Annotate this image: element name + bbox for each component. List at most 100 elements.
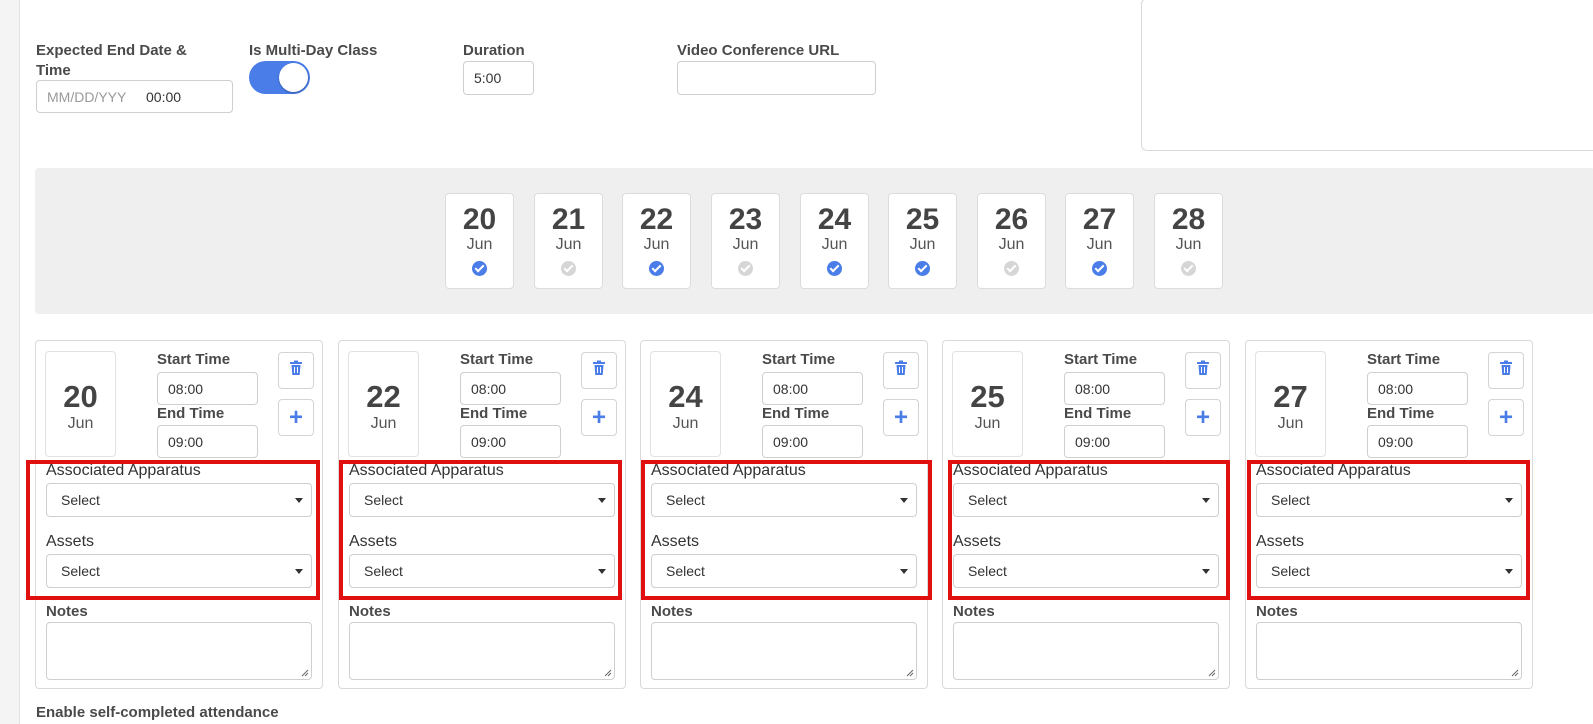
start-time-input[interactable]: 08:00: [762, 372, 863, 405]
day-chip[interactable]: 24 Jun: [800, 193, 869, 289]
check-circle-icon: [1181, 261, 1196, 276]
end-time-input[interactable]: 09:00: [762, 425, 863, 458]
start-time-input[interactable]: 08:00: [460, 372, 561, 405]
day-number: 21: [551, 203, 586, 236]
session-day-number: 24: [668, 379, 703, 414]
add-button[interactable]: +: [883, 399, 919, 436]
end-time-input[interactable]: 09:00: [460, 425, 561, 458]
delete-button[interactable]: [278, 352, 314, 389]
day-chip[interactable]: 23 Jun: [711, 193, 780, 289]
delete-button[interactable]: [1185, 352, 1221, 389]
notes-textarea[interactable]: [1256, 622, 1522, 680]
toggle-knob: [279, 63, 308, 92]
start-time-label: Start Time: [1064, 351, 1138, 368]
check-circle-icon: [827, 261, 842, 276]
session-day-month: Jun: [370, 415, 397, 432]
end-time-label: End Time: [157, 405, 225, 422]
notes-textarea[interactable]: [349, 622, 615, 680]
session-day-number: 27: [1273, 379, 1308, 414]
delete-button[interactable]: [581, 352, 617, 389]
plus-icon: +: [1195, 403, 1210, 431]
add-button[interactable]: +: [1488, 399, 1524, 436]
session-day-month: Jun: [67, 415, 94, 432]
plus-icon: +: [591, 403, 606, 431]
add-button[interactable]: +: [1185, 399, 1221, 436]
session-day-month: Jun: [672, 415, 699, 432]
session-day-number: 20: [63, 379, 98, 414]
end-date-input[interactable]: MM/DD/YYYY 00:00: [36, 80, 233, 113]
start-time-input[interactable]: 08:00: [1367, 372, 1468, 405]
start-time-label: Start Time: [460, 351, 534, 368]
day-month: Jun: [1086, 236, 1113, 253]
video-url-label: Video Conference URL: [677, 42, 840, 59]
day-chip[interactable]: 28 Jun: [1154, 193, 1223, 289]
notes-textarea[interactable]: [953, 622, 1219, 680]
start-time-input[interactable]: 08:00: [157, 372, 258, 405]
delete-button[interactable]: [1488, 352, 1524, 389]
day-number: 25: [905, 203, 940, 236]
day-number: 23: [728, 203, 763, 236]
check-circle-icon: [1004, 261, 1019, 276]
end-time-label: End Time: [460, 405, 528, 422]
day-month: Jun: [1175, 236, 1202, 253]
end-time-input[interactable]: 09:00: [1064, 425, 1165, 458]
day-month: Jun: [732, 236, 759, 253]
check-circle-icon: [649, 261, 664, 276]
session-date: 20 Jun: [45, 351, 116, 457]
day-chip[interactable]: 21 Jun: [534, 193, 603, 289]
day-month: Jun: [555, 236, 582, 253]
highlight-box: [948, 460, 1230, 600]
trash-icon: [1499, 360, 1513, 381]
trash-icon: [894, 360, 908, 381]
day-chip[interactable]: 20 Jun: [445, 193, 514, 289]
trash-icon: [1196, 360, 1210, 381]
start-time-label: Start Time: [1367, 351, 1441, 368]
notes-textarea[interactable]: [46, 622, 312, 680]
plus-icon: +: [1498, 403, 1513, 431]
notes-label: Notes: [1256, 603, 1298, 620]
start-time-input[interactable]: 08:00: [1064, 372, 1165, 405]
session-day-number: 25: [970, 379, 1005, 414]
day-chip[interactable]: 26 Jun: [977, 193, 1046, 289]
day-chip[interactable]: 25 Jun: [888, 193, 957, 289]
delete-button[interactable]: [883, 352, 919, 389]
session-date: 22 Jun: [348, 351, 419, 457]
notes-label: Notes: [349, 603, 391, 620]
check-circle-icon: [738, 261, 753, 276]
check-circle-icon: [561, 261, 576, 276]
add-button[interactable]: +: [278, 399, 314, 436]
end-time-label: End Time: [1064, 405, 1132, 422]
check-circle-icon: [472, 261, 487, 276]
multi-day-toggle[interactable]: [249, 61, 310, 94]
check-circle-icon: [1092, 261, 1107, 276]
day-month: Jun: [466, 236, 493, 253]
notes-textarea[interactable]: [651, 622, 917, 680]
day-month: Jun: [998, 236, 1025, 253]
session-day-month: Jun: [1277, 415, 1304, 432]
day-number: 26: [994, 203, 1029, 236]
start-time-label: Start Time: [762, 351, 836, 368]
end-time-label: End Time: [1367, 405, 1435, 422]
highlight-box: [1247, 460, 1530, 600]
day-chip[interactable]: 22 Jun: [622, 193, 691, 289]
session-date: 27 Jun: [1255, 351, 1326, 457]
highlight-box: [641, 460, 932, 600]
end-time-input[interactable]: 09:00: [1367, 425, 1468, 458]
video-url-input[interactable]: [677, 61, 876, 95]
session-day-month: Jun: [974, 415, 1001, 432]
add-button[interactable]: +: [581, 399, 617, 436]
duration-label: Duration: [463, 42, 525, 59]
day-number: 20: [462, 203, 497, 236]
end-date-placeholder: MM/DD/YYYY: [47, 89, 127, 105]
day-number: 22: [639, 203, 674, 236]
day-chip[interactable]: 27 Jun: [1065, 193, 1134, 289]
end-date-label: Expected End Date & Time: [36, 42, 187, 79]
end-time-input[interactable]: 09:00: [157, 425, 258, 458]
check-circle-icon: [915, 261, 930, 276]
notes-label: Notes: [46, 603, 88, 620]
duration-input[interactable]: 5:00: [463, 61, 534, 95]
plus-icon: +: [288, 403, 303, 431]
multi-day-label: Is Multi-Day Class: [249, 42, 378, 59]
self-attendance-label: Enable self-completed attendance: [36, 704, 279, 721]
day-number: 27: [1082, 203, 1117, 236]
